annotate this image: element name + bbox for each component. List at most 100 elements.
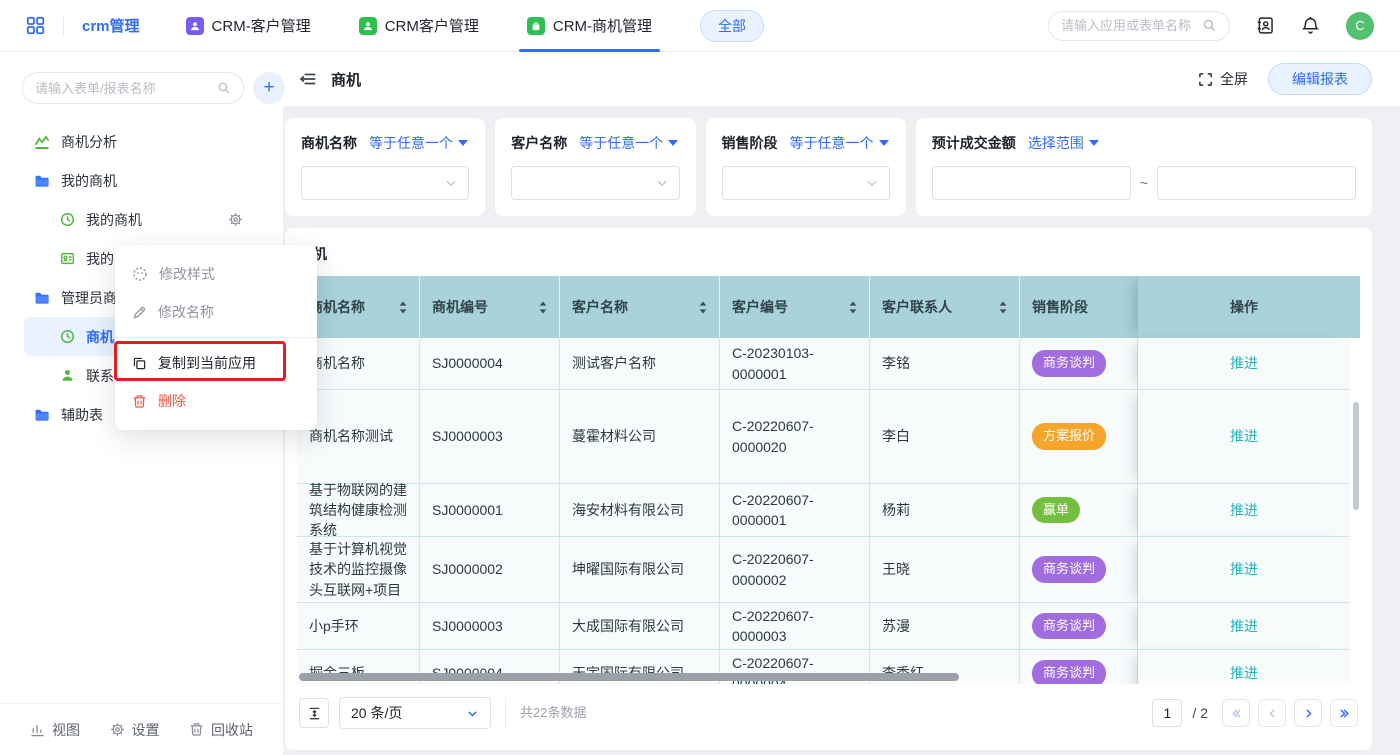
filter-operator-dropdown[interactable]: 等于任意一个 [790,133,889,153]
app-icon [186,17,204,35]
advance-stage-link[interactable]: 推进 [1230,426,1258,446]
cell-name: 小p手环 [297,603,420,650]
column-header-xiaoshou-jieduan[interactable]: 销售阶段 [1020,276,1138,338]
notification-bell-icon[interactable] [1301,16,1320,35]
range-separator: ~ [1140,175,1148,191]
column-header-shangji-bianhao[interactable]: 商机编号 [420,276,560,338]
prev-page-button[interactable] [1258,699,1286,727]
menu-item-delete[interactable]: 删除 [115,382,317,420]
sort-icon[interactable] [399,301,407,314]
sidebar-item-wode-shangji-folder[interactable]: 我的商机 [0,161,283,200]
filter-value-select[interactable] [722,166,890,200]
cell-action: 推进 [1138,484,1350,537]
apps-grid-icon[interactable] [26,16,45,35]
global-search-input[interactable] [1061,18,1196,33]
chevron-down-icon [444,176,458,190]
contact-card-icon [60,251,75,266]
global-search[interactable] [1048,11,1230,41]
contacts-book-icon[interactable] [1256,16,1275,35]
collapse-sidebar-icon[interactable] [299,70,317,88]
column-header-kehu-mingcheng[interactable]: 客户名称 [560,276,720,338]
horizontal-scrollbar[interactable] [299,673,959,681]
sidebar-search-input[interactable] [35,81,211,96]
current-page-input[interactable] [1152,699,1182,727]
cell-contact: 杨莉 [870,484,1020,537]
cell-contact: 李铭 [870,338,1020,390]
filter-operator-dropdown[interactable]: 等于任意一个 [579,133,678,153]
sidebar-item-wode-shangji-report[interactable]: 我的商机 [0,200,283,239]
vertical-scrollbar[interactable] [1353,402,1359,510]
first-page-button[interactable] [1222,699,1250,727]
advance-stage-link[interactable]: 推进 [1230,559,1258,579]
range-max-input[interactable] [1157,166,1356,200]
row-height-button[interactable] [299,698,329,728]
menu-item-label: 复制到当前应用 [158,353,256,373]
page-size-select[interactable]: 20 条/页 [339,697,491,729]
search-icon [217,81,231,95]
advance-stage-link[interactable]: 推进 [1230,616,1258,636]
sort-icon[interactable] [999,301,1007,314]
add-form-button[interactable]: + [253,72,285,104]
menu-item-modify-style[interactable]: 修改样式 [115,255,317,293]
footer-settings-button[interactable]: 设置 [110,720,160,740]
table-row[interactable]: 小p手环 SJ0000003 大成国际有限公司 C-20220607-00000… [297,603,1360,650]
report-header: 商机 全屏 编辑报表 [283,52,1400,106]
tab-crm-kehuguanli-2[interactable]: CRM客户管理 [359,0,479,52]
cell-customer-code: C-20220607-0000001 [720,484,870,537]
advance-stage-link[interactable]: 推进 [1230,500,1258,520]
column-header-kehu-lianxiren[interactable]: 客户联系人 [870,276,1020,338]
filter-label: 预计成交金额 [932,133,1016,153]
tab-crm-kehuguanli-1[interactable]: CRM-客户管理 [186,0,311,52]
cell-customer: 蔓霍材料公司 [560,390,720,484]
filter-value-select[interactable] [511,166,679,200]
all-apps-pill[interactable]: 全部 [700,10,764,42]
item-settings-gear-icon[interactable] [228,212,243,227]
sort-icon[interactable] [849,301,857,314]
caret-down-icon [668,140,678,146]
menu-item-copy-to-current-app[interactable]: 复制到当前应用 [115,344,317,382]
next-page-button[interactable] [1294,699,1322,727]
trash-icon [132,394,147,409]
footer-views-button[interactable]: 视图 [30,720,80,740]
cell-code: SJ0000001 [420,484,560,537]
folder-icon [34,173,50,189]
footer-label: 设置 [132,720,160,740]
pagination-bar: 20 条/页 共22条数据 / 2 [297,696,1360,730]
advance-stage-link[interactable]: 推进 [1230,663,1258,683]
sidebar-footer: 视图 设置 回收站 [0,703,283,755]
edit-report-button[interactable]: 编辑报表 [1268,63,1372,95]
bar-chart-icon [30,722,45,737]
table-row[interactable]: 基于物联网的建筑结构健康检测系统 SJ0000001 海安材料有限公司 C-20… [297,484,1360,537]
fullscreen-button[interactable]: 全屏 [1198,69,1248,89]
caret-down-icon [1089,140,1099,146]
filter-operator-dropdown[interactable]: 选择范围 [1028,133,1099,153]
scrollbar-gutter [1350,537,1360,603]
menu-item-rename[interactable]: 修改名称 [115,293,317,331]
last-page-button[interactable] [1330,699,1358,727]
sidebar-search[interactable] [22,72,244,104]
clock-icon [60,329,75,344]
sidebar-item-shangji-fenxi[interactable]: 商机分析 [0,122,283,161]
chevron-down-icon [466,707,479,720]
sidebar-item-label: 我的商机 [61,171,117,191]
filter-operator-dropdown[interactable]: 等于任意一个 [369,133,468,153]
cell-stage: 商务谈判 [1020,603,1138,650]
table-row[interactable]: 基于计算机视觉技术的监控摄像头互联网+项目 SJ0000002 坤曜国际有限公司… [297,537,1360,603]
footer-recycle-bin-button[interactable]: 回收站 [189,720,253,740]
tab-crm-shangjiguanli[interactable]: CRM-商机管理 [527,0,652,52]
table-row[interactable]: 商机名称 SJ0000004 测试客户名称 C-20230103-0000001… [297,338,1360,390]
person-icon [60,368,75,383]
report-table-card: 商机 商机名称 商机编号 客户名称 客户编号 [285,228,1372,750]
sort-icon[interactable] [699,301,707,314]
advance-stage-link[interactable]: 推进 [1230,353,1258,373]
cell-customer-code: C-20220607-0000003 [720,603,870,650]
cell-stage: 赢单 [1020,484,1138,537]
table-row[interactable]: 商机名称测试 SJ0000003 蔓霍材料公司 C-20220607-00000… [297,390,1360,484]
user-avatar[interactable]: C [1346,12,1374,40]
column-header-kehu-bianhao[interactable]: 客户编号 [720,276,870,338]
sort-icon[interactable] [539,301,547,314]
home-app-link[interactable]: crm管理 [82,15,140,36]
stage-badge: 商务谈判 [1032,660,1106,684]
filter-value-select[interactable] [301,166,469,200]
range-min-input[interactable] [932,166,1131,200]
